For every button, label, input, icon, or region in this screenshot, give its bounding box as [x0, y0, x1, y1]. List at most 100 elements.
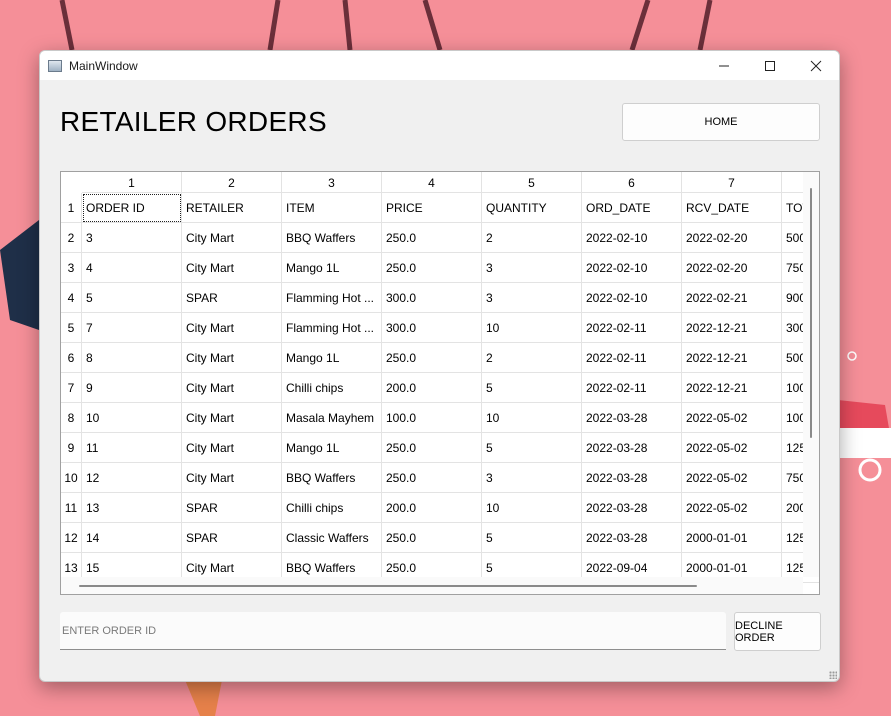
- column-header[interactable]: 6: [582, 172, 682, 193]
- table-cell[interactable]: SPAR: [182, 283, 282, 313]
- table-cell[interactable]: Flamming Hot ...: [282, 313, 382, 343]
- column-header[interactable]: 5: [482, 172, 582, 193]
- row-header[interactable]: 4: [61, 283, 82, 313]
- table-cell[interactable]: 200.0: [382, 493, 482, 523]
- table-cell[interactable]: SPAR: [182, 523, 282, 553]
- table-cell[interactable]: 2022-05-02: [682, 493, 782, 523]
- table-cell[interactable]: 2022-05-02: [682, 403, 782, 433]
- table-cell[interactable]: 2022-05-02: [682, 463, 782, 493]
- table-cell[interactable]: QUANTITY: [482, 193, 582, 223]
- table-cell[interactable]: 11: [82, 433, 182, 463]
- table-cell[interactable]: Mango 1L: [282, 253, 382, 283]
- table-cell[interactable]: 4: [82, 253, 182, 283]
- table-cell[interactable]: 10: [482, 493, 582, 523]
- table-cell[interactable]: 2022-03-28: [582, 523, 682, 553]
- table-cell[interactable]: 5: [482, 373, 582, 403]
- table-cell[interactable]: 250.0: [382, 463, 482, 493]
- table-cell[interactable]: City Mart: [182, 223, 282, 253]
- column-header[interactable]: 2: [182, 172, 282, 193]
- table-cell[interactable]: ITEM: [282, 193, 382, 223]
- table-cell[interactable]: 12: [82, 463, 182, 493]
- table-cell[interactable]: BBQ Waffers: [282, 463, 382, 493]
- row-header[interactable]: 11: [61, 493, 82, 523]
- table-cell[interactable]: 2022-02-10: [582, 253, 682, 283]
- horizontal-scrollbar[interactable]: [61, 577, 803, 594]
- table-cell[interactable]: RCV_DATE: [682, 193, 782, 223]
- table-cell[interactable]: 2022-02-20: [682, 253, 782, 283]
- column-header[interactable]: 3: [282, 172, 382, 193]
- column-header[interactable]: 7: [682, 172, 782, 193]
- table-cell[interactable]: SPAR: [182, 493, 282, 523]
- table-cell[interactable]: City Mart: [182, 433, 282, 463]
- table-cell[interactable]: City Mart: [182, 373, 282, 403]
- table-cell[interactable]: Mango 1L: [282, 433, 382, 463]
- table-cell[interactable]: 3: [482, 463, 582, 493]
- table-cell[interactable]: 2022-03-28: [582, 493, 682, 523]
- table-cell[interactable]: 10: [482, 403, 582, 433]
- table-cell[interactable]: Classic Waffers: [282, 523, 382, 553]
- maximize-button[interactable]: [747, 51, 793, 80]
- table-cell[interactable]: ORDER ID: [82, 193, 182, 223]
- close-button[interactable]: [793, 51, 839, 80]
- table-cell[interactable]: 250.0: [382, 253, 482, 283]
- table-cell[interactable]: 100.0: [382, 403, 482, 433]
- table-cell[interactable]: Masala Mayhem: [282, 403, 382, 433]
- table-cell[interactable]: City Mart: [182, 343, 282, 373]
- table-cell[interactable]: 250.0: [382, 343, 482, 373]
- row-header[interactable]: 1: [61, 193, 82, 223]
- table-cell[interactable]: 3: [82, 223, 182, 253]
- row-header[interactable]: 10: [61, 463, 82, 493]
- table-cell[interactable]: PRICE: [382, 193, 482, 223]
- table-cell[interactable]: 3: [482, 253, 582, 283]
- row-header[interactable]: 5: [61, 313, 82, 343]
- table-cell[interactable]: 5: [482, 523, 582, 553]
- table-cell[interactable]: 10: [82, 403, 182, 433]
- table-cell[interactable]: Chilli chips: [282, 373, 382, 403]
- table-cell[interactable]: 200.0: [382, 373, 482, 403]
- table-cell[interactable]: ORD_DATE: [582, 193, 682, 223]
- row-header[interactable]: 7: [61, 373, 82, 403]
- table-cell[interactable]: City Mart: [182, 313, 282, 343]
- home-button[interactable]: HOME: [622, 103, 820, 141]
- table-cell[interactable]: 14: [82, 523, 182, 553]
- table-cell[interactable]: 2022-02-20: [682, 223, 782, 253]
- table-cell[interactable]: 2022-12-21: [682, 373, 782, 403]
- table-cell[interactable]: 2000-01-01: [682, 523, 782, 553]
- table-cell[interactable]: BBQ Waffers: [282, 223, 382, 253]
- table-cell[interactable]: RETAILER: [182, 193, 282, 223]
- table-cell[interactable]: 2022-02-11: [582, 343, 682, 373]
- table-cell[interactable]: 8: [82, 343, 182, 373]
- row-header[interactable]: 12: [61, 523, 82, 553]
- table-cell[interactable]: 2022-03-28: [582, 463, 682, 493]
- table-cell[interactable]: Mango 1L: [282, 343, 382, 373]
- table-cell[interactable]: 7: [82, 313, 182, 343]
- decline-order-button[interactable]: DECLINE ORDER: [734, 612, 821, 651]
- table-cell[interactable]: 250.0: [382, 523, 482, 553]
- table-cell[interactable]: 9: [82, 373, 182, 403]
- title-bar[interactable]: MainWindow: [40, 51, 839, 80]
- row-header[interactable]: 9: [61, 433, 82, 463]
- table-cell[interactable]: 250.0: [382, 223, 482, 253]
- table-cell[interactable]: 2022-03-28: [582, 433, 682, 463]
- column-header[interactable]: 1: [82, 172, 182, 193]
- order-id-input[interactable]: [60, 612, 726, 650]
- row-header[interactable]: 2: [61, 223, 82, 253]
- row-header[interactable]: 3: [61, 253, 82, 283]
- row-header[interactable]: 6: [61, 343, 82, 373]
- table-cell[interactable]: 2022-02-21: [682, 283, 782, 313]
- table-cell[interactable]: 2022-05-02: [682, 433, 782, 463]
- vertical-scroll-thumb[interactable]: [810, 188, 812, 438]
- table-cell[interactable]: 250.0: [382, 433, 482, 463]
- table-cell[interactable]: 2022-02-10: [582, 223, 682, 253]
- table-cell[interactable]: 300.0: [382, 283, 482, 313]
- table-cell[interactable]: City Mart: [182, 403, 282, 433]
- minimize-button[interactable]: [701, 51, 747, 80]
- table-cell[interactable]: 2022-02-11: [582, 313, 682, 343]
- table-cell[interactable]: 2: [482, 223, 582, 253]
- horizontal-scroll-thumb[interactable]: [79, 585, 697, 587]
- table-cell[interactable]: Flamming Hot ...: [282, 283, 382, 313]
- table-cell[interactable]: 2022-12-21: [682, 313, 782, 343]
- table-cell[interactable]: City Mart: [182, 463, 282, 493]
- table-cell[interactable]: 5: [82, 283, 182, 313]
- table-cell[interactable]: 300.0: [382, 313, 482, 343]
